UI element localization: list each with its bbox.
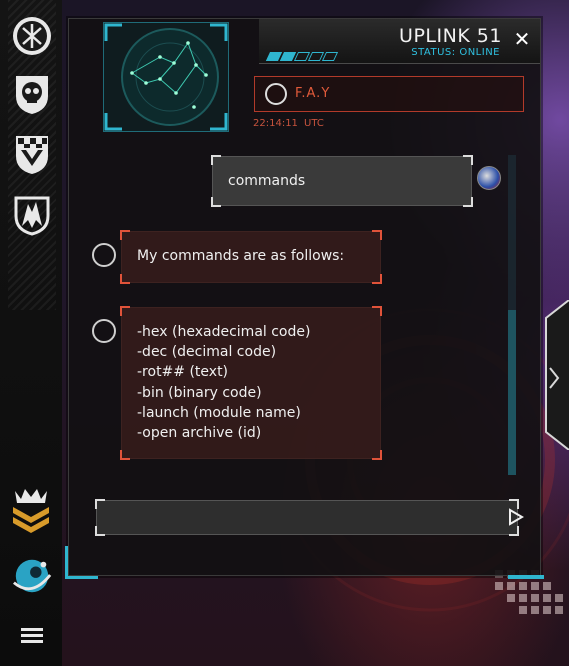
bubble-corner <box>211 197 221 207</box>
command-list: -hex (hexadecimal code) -dec (decimal co… <box>137 322 310 443</box>
bubble-corner <box>120 274 130 284</box>
window-title: UPLINK 51 <box>399 25 502 47</box>
contact-selector[interactable]: F.A.Y <box>254 76 524 112</box>
contact-timezone: UTC <box>304 118 324 129</box>
chat-scrollbar-thumb[interactable] <box>508 310 516 475</box>
input-corner <box>95 499 105 509</box>
progress-segment <box>321 52 339 61</box>
window-edge-accent <box>508 575 544 579</box>
bubble-corner <box>120 230 130 240</box>
user-message-text: commands <box>228 173 306 189</box>
user-message-bubble: commands <box>211 155 473 207</box>
command-item: -hex (hexadecimal code) <box>137 324 311 340</box>
skull-emblem-icon[interactable] <box>12 74 52 114</box>
command-item: -rot## (text) <box>137 364 229 381</box>
input-corner <box>95 526 105 536</box>
bubble-corner <box>463 155 473 165</box>
command-item: -dec (decimal code) <box>137 344 277 361</box>
bot-message-text: My commands are as follows: <box>137 248 345 264</box>
bubble-corner <box>120 450 130 460</box>
message-radio[interactable] <box>92 243 116 267</box>
arrows-emblem-icon[interactable] <box>12 16 52 56</box>
close-icon[interactable]: ✕ <box>512 29 532 49</box>
left-rail <box>0 0 62 666</box>
side-expand-tab[interactable] <box>538 300 569 450</box>
send-icon[interactable] <box>508 508 524 526</box>
bubble-corner <box>372 306 382 316</box>
contact-time: 22:14:11 <box>253 118 298 129</box>
connection-progress <box>265 52 348 61</box>
bot-commands-bubble: -hex (hexadecimal code) -dec (decimal co… <box>120 306 382 460</box>
bubble-corner <box>463 197 473 207</box>
command-item: -open archive (id) <box>137 425 262 442</box>
user-avatar <box>477 166 501 190</box>
input-corner <box>509 526 519 536</box>
bot-message-bubble: My commands are as follows: <box>120 230 382 284</box>
bubble-corner <box>372 274 382 284</box>
message-input-bar <box>95 499 519 536</box>
contact-radio[interactable] <box>265 83 287 105</box>
command-item: -bin (binary code) <box>137 384 262 401</box>
message-input[interactable] <box>107 507 491 529</box>
bubble-corner <box>211 155 221 165</box>
message-radio[interactable] <box>92 319 116 343</box>
rank-chevrons-icon[interactable] <box>9 489 53 533</box>
wolf-emblem-icon[interactable] <box>12 194 52 236</box>
status-text: STATUS: ONLINE <box>411 47 500 58</box>
contact-avatar <box>103 22 229 132</box>
bubble-corner <box>120 306 130 316</box>
radar-icon <box>104 23 228 131</box>
bubble-corner <box>372 450 382 460</box>
contact-name: F.A.Y <box>295 86 331 101</box>
window-corner-accent <box>65 546 98 579</box>
command-item: -launch (module name) <box>137 404 301 421</box>
planet-orbit-icon[interactable] <box>12 556 52 596</box>
bubble-corner <box>372 230 382 240</box>
menu-icon[interactable] <box>12 616 52 656</box>
checker-chevron-emblem-icon[interactable] <box>12 134 52 174</box>
